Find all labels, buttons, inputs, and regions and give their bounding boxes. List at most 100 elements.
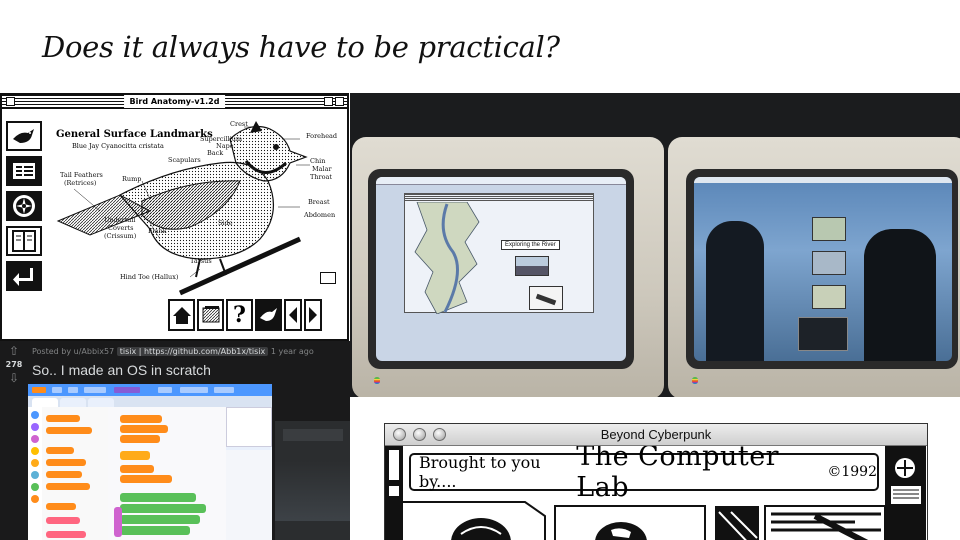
scratch-editor-screenshot <box>28 384 272 540</box>
banner-year: ©1992 <box>827 464 877 480</box>
scratch-block-palette <box>42 407 108 540</box>
exploring-river-label[interactable]: Exploring the River <box>501 240 560 250</box>
bird-sidebar-button-bird[interactable] <box>6 121 42 151</box>
map-window-titlebar <box>405 194 593 201</box>
book-icon <box>12 230 36 252</box>
scratch-code-area <box>108 407 226 540</box>
home-icon <box>172 307 191 324</box>
bird-sidebar <box>6 121 44 296</box>
video-controls-panel[interactable] <box>798 317 848 351</box>
map-window: Exploring the River <box>404 193 594 314</box>
reddit-post-screenshot: ⇧ 278 ⇩ Posted by u/Abbix57 tisix | http… <box>0 341 350 540</box>
banner-brought-to-you: Brought to you by.... <box>419 453 541 491</box>
scratch-tabs <box>28 396 272 407</box>
label-hind-toe: Hind Toe (Hallux) <box>120 273 179 281</box>
help-button[interactable]: ? <box>226 299 253 331</box>
bird-window-title: Bird Anatomy-v1.2d <box>123 95 226 108</box>
label-flank: Flank <box>148 227 167 235</box>
bird-sidebar-button-return[interactable] <box>6 261 42 291</box>
bird-window-titlebar: Bird Anatomy-v1.2d <box>2 95 347 109</box>
next-card-button[interactable] <box>304 299 322 331</box>
post-age: 1 year ago <box>270 347 314 356</box>
label-chin: Chin <box>310 157 326 165</box>
bird-button[interactable] <box>255 299 282 331</box>
scratch-category-column <box>28 407 42 540</box>
boat-thumbnail[interactable] <box>529 286 563 310</box>
scratch-menubar <box>28 384 272 396</box>
label-rump: Rump <box>122 175 142 183</box>
disc-icon <box>13 195 35 217</box>
list-icon <box>13 163 35 179</box>
video-still-1[interactable] <box>812 217 846 241</box>
label-breast: Breast <box>308 198 330 206</box>
video-still-3[interactable] <box>812 285 846 309</box>
bird-icon <box>259 308 277 321</box>
question-mark-icon: ? <box>233 302 246 328</box>
person-silhouette-right <box>864 229 936 361</box>
bird-card: General Surface Landmarks Blue Jay Cyano… <box>50 119 343 301</box>
bird-anatomy-screenshot: Bird Anatomy-v1.2d General Surface Landm… <box>0 93 349 341</box>
beyond-cyberpunk-screenshot: Beyond Cyberpunk Brought to you by.... T… <box>350 397 960 540</box>
downvote-icon[interactable]: ⇩ <box>4 372 24 384</box>
cyberpunk-window: Beyond Cyberpunk Brought to you by.... T… <box>384 423 928 540</box>
right-screen-menubar <box>694 177 952 183</box>
speaker-icon[interactable] <box>320 272 336 284</box>
previous-card-button[interactable] <box>284 299 302 331</box>
label-malar: Malar <box>312 165 332 173</box>
banner-computer-lab: The Computer Lab <box>576 446 780 503</box>
river-thumbnail[interactable] <box>515 256 549 276</box>
upvote-icon[interactable]: ⇧ <box>4 345 24 357</box>
bird-sidebar-button-book[interactable] <box>6 226 42 256</box>
bird-icon <box>13 129 34 143</box>
bird-navigation-bar: ? <box>168 299 324 333</box>
label-crissum: (Crissum) <box>104 232 137 240</box>
right-monitor <box>668 137 960 397</box>
cyberpunk-window-title: Beyond Cyberpunk <box>600 427 712 442</box>
window-close-box[interactable] <box>6 97 15 106</box>
computer-lab-banner: Brought to you by.... The Computer Lab ©… <box>409 446 879 503</box>
vintage-monitors-photo: Exploring the River <box>350 93 960 397</box>
bird-sidebar-button-sound[interactable] <box>6 191 42 221</box>
vote-count: 278 <box>5 360 23 369</box>
left-monitor: Exploring the River <box>352 137 664 397</box>
reddit-sidebar-image <box>275 421 350 540</box>
right-monitor-screen <box>694 177 952 361</box>
left-monitor-bezel: Exploring the River <box>368 169 634 369</box>
label-forehead: Forehead <box>306 132 338 140</box>
blue-jay-illustration <box>56 121 310 296</box>
return-arrow-icon <box>13 268 33 286</box>
label-coverts: Coverts <box>108 224 134 232</box>
video-still-2[interactable] <box>812 251 846 275</box>
right-arrow-icon <box>309 307 317 323</box>
user-flair: tisix | https://github.com/Abb1x/tisix <box>116 347 269 356</box>
window-collapse-box[interactable] <box>335 97 344 106</box>
person-silhouette-left <box>706 221 764 361</box>
label-tail-feathers: Tail Feathers <box>60 171 103 179</box>
left-screen-menubar <box>376 177 626 185</box>
left-arrow-icon <box>289 307 297 323</box>
label-undertail: Undertail <box>104 216 136 224</box>
bird-sidebar-button-index[interactable] <box>6 156 42 186</box>
post-meta: Posted by u/Abbix57 tisix | https://gith… <box>32 347 314 356</box>
post-author[interactable]: Posted by u/Abbix57 <box>32 347 114 356</box>
right-monitor-bezel <box>686 169 958 369</box>
scratch-stage <box>226 407 272 447</box>
label-retrices: (Retrices) <box>64 179 97 187</box>
label-tarsus: Tarsus <box>190 257 212 265</box>
label-side: Side <box>218 219 233 227</box>
label-back: Back <box>207 149 224 157</box>
home-button[interactable] <box>168 299 195 331</box>
card-stack-button[interactable] <box>197 299 224 331</box>
apple-logo-icon <box>692 377 698 384</box>
slide-title: Does it always have to be practical? <box>42 30 560 64</box>
label-abdomen: Abdomen <box>304 211 336 219</box>
window-zoom-box[interactable] <box>324 97 333 106</box>
cyberpunk-titlebar: Beyond Cyberpunk <box>385 424 927 446</box>
label-throat: Throat <box>310 173 333 181</box>
apple-logo-icon <box>374 377 380 384</box>
stack-icon <box>202 306 219 323</box>
vote-column: ⇧ 278 ⇩ <box>4 345 24 384</box>
river-map <box>414 202 480 314</box>
post-title[interactable]: So.. I made an OS in scratch <box>32 362 211 378</box>
scratch-sprite-pane <box>226 450 272 540</box>
